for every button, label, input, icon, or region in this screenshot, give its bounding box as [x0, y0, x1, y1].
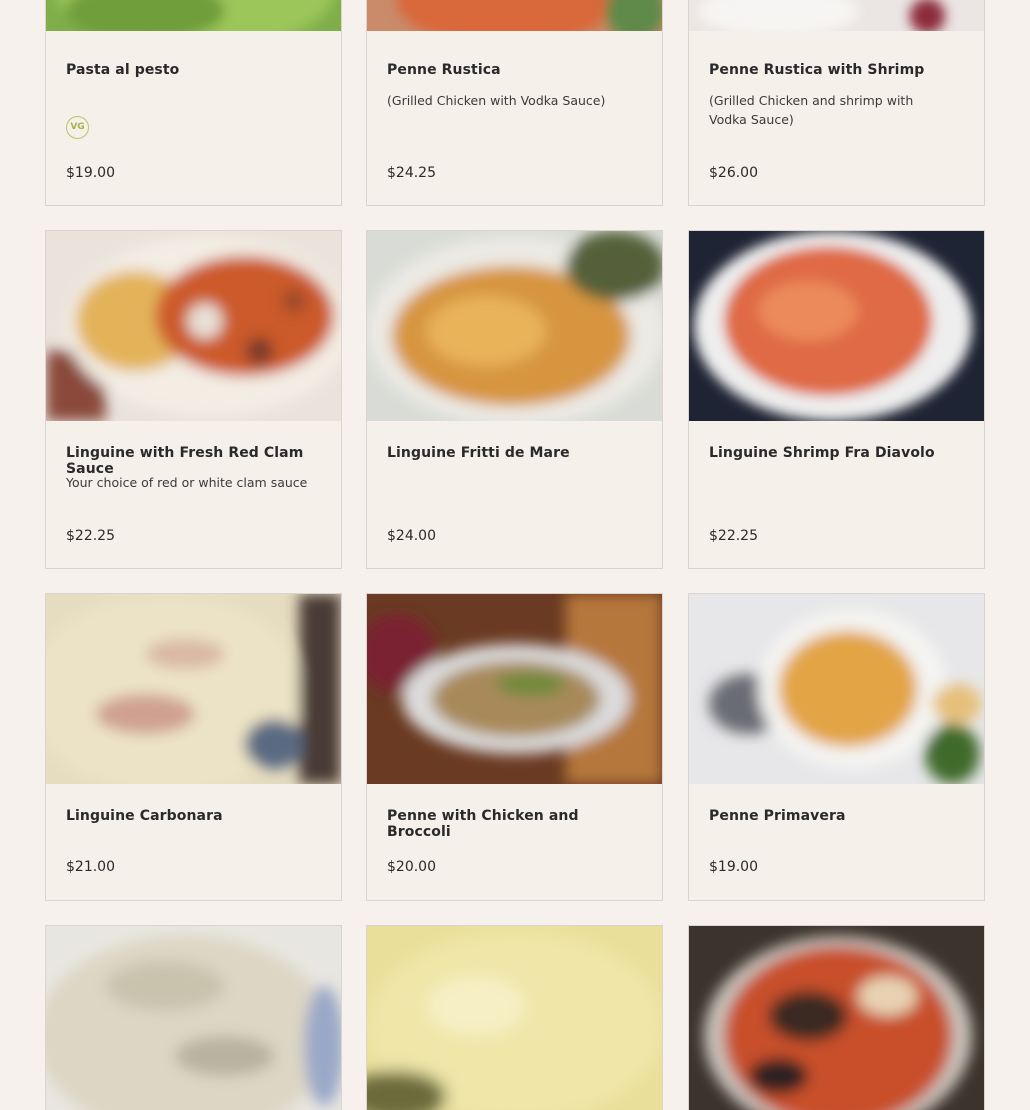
menu-item-card[interactable] [688, 925, 985, 1110]
dish-name: Penne Primavera [709, 808, 846, 824]
dish-photo [689, 231, 984, 421]
menu-page: Pasta al pesto VG $19.00 Penne Rustica (… [0, 0, 1030, 1110]
dish-price: $22.25 [66, 528, 115, 544]
dish-photo [367, 0, 662, 31]
dish-price: $21.00 [66, 859, 115, 875]
menu-item-card[interactable]: Penne with Chicken and Broccoli $20.00 [366, 593, 663, 901]
dish-name: Linguine Carbonara [66, 808, 223, 824]
vegetarian-badge: VG [66, 116, 89, 139]
dish-description: Your choice of red or white clam sauce [66, 475, 308, 490]
dish-photo [46, 926, 341, 1110]
menu-item-card[interactable]: Linguine with Fresh Red Clam Sauce Your … [45, 230, 342, 569]
dish-name: Penne with Chicken and Broccoli [387, 808, 579, 840]
dish-price: $19.00 [709, 859, 758, 875]
dish-name: Linguine Shrimp Fra Diavolo [709, 445, 935, 461]
dish-name: Linguine Fritti de Mare [387, 445, 570, 461]
menu-item-card[interactable]: Penne Rustica with Shrimp (Grilled Chick… [688, 0, 985, 206]
dish-photo [689, 594, 984, 784]
menu-item-card[interactable] [366, 925, 663, 1110]
dish-description: (Grilled Chicken and shrimp with Vodka S… [709, 93, 914, 127]
dish-price: $19.00 [66, 165, 115, 181]
menu-item-card[interactable]: Linguine Carbonara $21.00 [45, 593, 342, 901]
dish-name: Penne Rustica with Shrimp [709, 62, 925, 78]
dish-photo [46, 594, 341, 784]
dish-name: Pasta al pesto [66, 62, 180, 78]
dish-photo [367, 926, 662, 1110]
dish-price: $20.00 [387, 859, 436, 875]
dish-price: $24.00 [387, 528, 436, 544]
dish-photo [367, 594, 662, 784]
dish-photo [689, 0, 984, 31]
dish-price: $24.25 [387, 165, 436, 181]
dish-photo [46, 231, 341, 421]
menu-item-card[interactable]: Linguine Shrimp Fra Diavolo $22.25 [688, 230, 985, 569]
dish-price: $26.00 [709, 165, 758, 181]
dish-photo [689, 926, 984, 1110]
menu-item-card[interactable]: Penne Rustica (Grilled Chicken with Vodk… [366, 0, 663, 206]
dish-photo [367, 231, 662, 421]
menu-item-card[interactable]: Linguine Fritti de Mare $24.00 [366, 230, 663, 569]
dish-price: $22.25 [709, 528, 758, 544]
menu-item-card[interactable] [45, 925, 342, 1110]
dish-name: Penne Rustica [387, 62, 501, 78]
dish-description: (Grilled Chicken with Vodka Sauce) [387, 93, 606, 108]
menu-item-card[interactable]: Penne Primavera $19.00 [688, 593, 985, 901]
menu-item-card[interactable]: Pasta al pesto VG $19.00 [45, 0, 342, 206]
dish-photo [46, 0, 341, 31]
